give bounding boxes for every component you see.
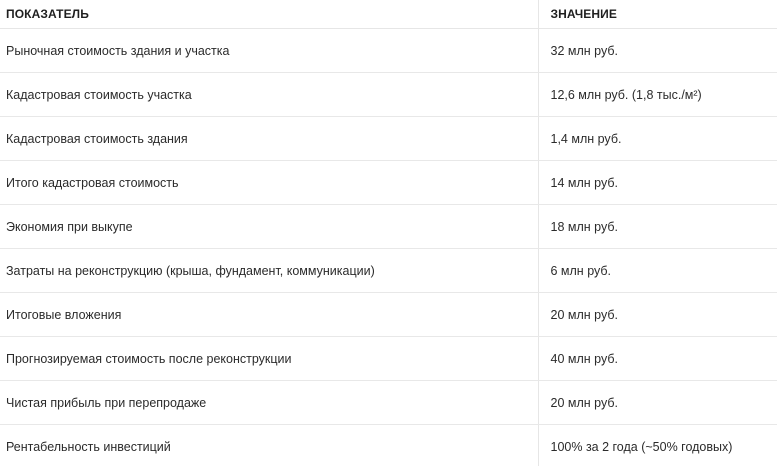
- row-label: Итого кадастровая стоимость: [0, 160, 538, 205]
- table-row: Прогнозируемая стоимость после реконстру…: [0, 336, 777, 381]
- row-value: 20 млн руб.: [537, 292, 777, 337]
- table-row: Кадастровая стоимость участка 12,6 млн р…: [0, 72, 777, 117]
- row-label: Итоговые вложения: [0, 292, 538, 337]
- row-value: 12,6 млн руб. (1,8 тыс./м²): [537, 72, 777, 117]
- column-header-indicator: ПОКАЗАТЕЛЬ: [0, 0, 538, 29]
- row-value: 40 млн руб.: [537, 336, 777, 381]
- table-row: Экономия при выкупе 18 млн руб.: [0, 204, 777, 249]
- row-value: 14 млн руб.: [537, 160, 777, 205]
- row-label: Рыночная стоимость здания и участка: [0, 28, 538, 73]
- row-value: 1,4 млн руб.: [537, 116, 777, 161]
- row-label: Кадастровая стоимость участка: [0, 72, 538, 117]
- table-row: Чистая прибыль при перепродаже 20 млн ру…: [0, 380, 777, 425]
- table-row: Рыночная стоимость здания и участка 32 м…: [0, 28, 777, 73]
- row-value: 20 млн руб.: [537, 380, 777, 425]
- data-table: ПОКАЗАТЕЛЬ ЗНАЧЕНИЕ Рыночная стоимость з…: [0, 0, 777, 466]
- row-label: Чистая прибыль при перепродаже: [0, 380, 538, 425]
- table-row: Итого кадастровая стоимость 14 млн руб.: [0, 160, 777, 205]
- table-row: Рентабельность инвестиций 100% за 2 года…: [0, 424, 777, 466]
- row-label: Кадастровая стоимость здания: [0, 116, 538, 161]
- table-row: Затраты на реконструкцию (крыша, фундаме…: [0, 248, 777, 293]
- row-label: Экономия при выкупе: [0, 204, 538, 249]
- row-label: Рентабельность инвестиций: [6, 439, 171, 454]
- row-value: 32 млн руб.: [537, 28, 777, 73]
- row-value: 100% за 2 года (~50% годовых): [537, 424, 777, 466]
- row-label: Прогнозируемая стоимость после реконстру…: [0, 336, 538, 381]
- row-value: 18 млн руб.: [537, 204, 777, 249]
- table-row: Итоговые вложения 20 млн руб.: [0, 292, 777, 337]
- column-header-value: ЗНАЧЕНИЕ: [537, 0, 777, 29]
- table-header-row: ПОКАЗАТЕЛЬ ЗНАЧЕНИЕ: [0, 0, 777, 29]
- row-value: 6 млн руб.: [537, 248, 777, 293]
- row-label: Затраты на реконструкцию (крыша, фундаме…: [0, 248, 538, 293]
- table-row: Кадастровая стоимость здания 1,4 млн руб…: [0, 116, 777, 161]
